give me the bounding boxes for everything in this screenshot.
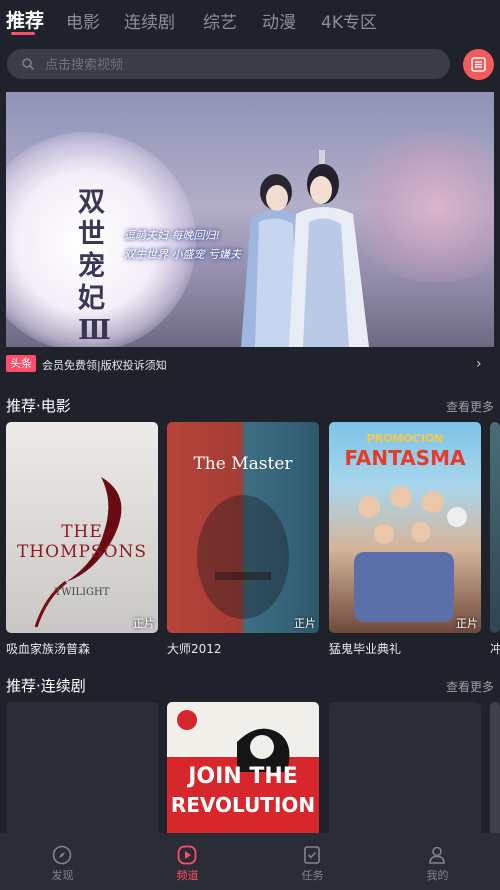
list-icon — [471, 57, 486, 72]
section-title-movies: 推荐·电影 — [6, 397, 71, 415]
nav-label: 任务 — [301, 869, 324, 882]
series-poster[interactable]: JOIN THE REVOLUTION — [167, 702, 319, 842]
search-bar[interactable] — [7, 49, 450, 79]
poster-subtitle-text: TWILIGHT — [54, 587, 110, 598]
full-badge: 正片 — [456, 617, 478, 630]
history-button[interactable] — [463, 49, 494, 80]
nav-label: 频道 — [176, 869, 199, 882]
top-nav: 推荐 电影 连续剧 综艺 动漫 4K专区 — [0, 0, 500, 42]
section-title-series: 推荐·连续剧 — [6, 677, 86, 695]
nav-profile[interactable]: 我的 — [375, 833, 500, 890]
nav-label: 我的 — [426, 869, 449, 882]
nav-label: 发现 — [51, 869, 74, 882]
play-icon — [177, 845, 197, 865]
tab-movies[interactable]: 电影 — [66, 8, 100, 33]
banner-title: 双 世 宠 妃 Ⅲ — [78, 187, 111, 346]
movie-poster[interactable]: PROMOCIÓN FANTASMA 正片 — [329, 422, 481, 633]
poster-art — [354, 486, 467, 622]
series-poster[interactable] — [329, 702, 481, 842]
series-poster-partial[interactable] — [490, 702, 500, 842]
tab-anime[interactable]: 动漫 — [262, 8, 296, 33]
nav-tasks[interactable]: 任务 — [250, 833, 375, 890]
active-tab-indicator — [11, 32, 35, 35]
hero-banner[interactable]: 双 世 宠 妃 Ⅲ 逗萌夫妇 每晚回归! 双生世界 小盛宠 亏嫌夫 — [6, 92, 494, 347]
movie-title[interactable]: 大师2012 — [167, 640, 222, 657]
movie-poster-partial[interactable] — [490, 422, 500, 633]
compass-icon — [52, 845, 72, 865]
poster-title-text: JOIN THE — [188, 764, 298, 789]
nav-channels[interactable]: 频道 — [125, 833, 250, 890]
tab-4k[interactable]: 4K专区 — [321, 8, 377, 33]
poster-title-text: THE THOMPSONS — [16, 522, 148, 562]
tab-series[interactable]: 连续剧 — [124, 8, 175, 33]
movie-poster[interactable]: THE THOMPSONS TWILIGHT 正片 — [6, 422, 158, 633]
poster-title-text-2: REVOLUTION — [170, 793, 316, 817]
banner-figures — [241, 150, 369, 347]
nav-discover[interactable]: 发现 — [0, 833, 125, 890]
banner-tagline: 逗萌夫妇 每晚回归! 双生世界 小盛宠 亏嫌夫 — [124, 229, 241, 261]
full-badge: 正片 — [294, 617, 316, 630]
movie-title[interactable]: 冲 — [490, 640, 500, 657]
movie-poster[interactable]: The Master 正片 — [167, 422, 319, 633]
news-ticker[interactable]: 头条 会员免费领|版权投诉须知 › — [6, 354, 494, 374]
movie-title[interactable]: 猛鬼毕业典礼 — [329, 640, 401, 657]
poster-art — [197, 495, 289, 619]
task-icon — [304, 846, 320, 864]
search-input[interactable] — [43, 53, 427, 77]
search-icon — [22, 58, 35, 71]
news-text: 会员免费领|版权投诉须知 — [42, 359, 167, 372]
movie-title[interactable]: 吸血家族汤普森 — [6, 640, 90, 657]
bottom-nav: 发现 频道 任务 我的 — [0, 833, 500, 890]
series-poster[interactable] — [6, 702, 158, 842]
chevron-right-icon: › — [476, 356, 482, 372]
see-more-series[interactable]: 查看更多 — [446, 678, 494, 695]
headline-badge: 头条 — [6, 355, 36, 372]
tab-variety[interactable]: 综艺 — [203, 8, 237, 33]
user-icon — [429, 846, 445, 864]
tab-recommend[interactable]: 推荐 — [6, 6, 44, 33]
full-badge: 正片 — [133, 617, 155, 630]
see-more-movies[interactable]: 查看更多 — [446, 398, 494, 415]
